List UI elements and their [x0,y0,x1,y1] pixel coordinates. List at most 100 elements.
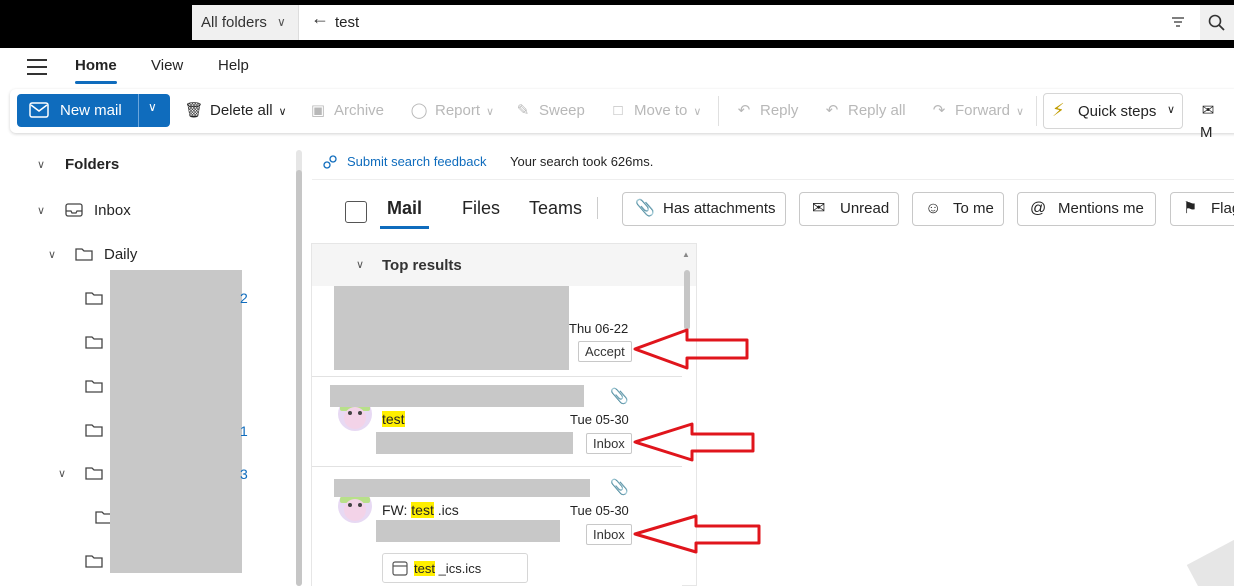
new-mail-label: New mail [60,102,122,119]
folder-icon [85,292,103,305]
folder-icon [85,424,103,437]
at-sign-icon: @ [1030,200,1047,217]
redacted-sender [334,479,590,497]
filter-icon[interactable] [1170,14,1186,30]
nav-scrollbar[interactable] [296,150,302,586]
folder-inbox[interactable]: Inbox [94,202,131,219]
reading-pane [698,228,1234,586]
forward-label: Forward [955,102,1011,119]
submit-feedback-link[interactable]: Submit search feedback [347,154,486,169]
tab-help[interactable]: Help [218,57,249,74]
search-icon [1208,14,1225,31]
delete-all-label: Delete all [210,102,273,119]
more-button-partial[interactable]: ✉M [1200,100,1234,141]
red-arrow-annotation [633,514,761,554]
new-mail-button[interactable]: New mail ∨ [17,94,170,127]
highlight-term: test [382,411,405,427]
tab-teams[interactable]: Teams [529,198,582,219]
paperclip-icon: 📎 [610,388,629,405]
chevron-down-icon[interactable]: ∨ [58,467,66,480]
chevron-down-icon: ∨ [486,106,495,118]
toolbar-divider [718,96,719,126]
chevron-down-icon: ∨ [1167,104,1176,116]
highlight-term: test [411,502,434,518]
chevron-down-icon[interactable]: ∨ [37,204,45,217]
reply-button[interactable]: ↶ Reply [734,100,799,122]
folder-daily[interactable]: Daily [104,246,137,263]
folder-icon [85,467,103,480]
filter-has-attachments[interactable]: 📎 Has attachments [622,192,786,226]
select-all-checkbox[interactable] [345,201,367,223]
quick-steps-label: Quick steps [1078,103,1157,120]
attachment-chip[interactable]: test _ics.ics [382,553,528,583]
quick-steps-button[interactable]: ⚡ Quick steps ∨ [1043,93,1183,129]
archive-label: Archive [334,102,385,119]
search-scope-label: All folders [201,14,267,31]
top-bar: All folders ∨ ← test [0,0,1234,48]
folder-icon [85,380,103,393]
top-results-header[interactable]: ∨ Top results [312,244,696,286]
message-subject: test [382,411,405,427]
unread-count: 3 [240,466,248,482]
reply-all-button[interactable]: ↶ Reply all [822,100,906,122]
redacted-preview [376,520,560,542]
filter-unread[interactable]: ✉ Unread [799,192,899,226]
search-button[interactable] [1200,5,1234,40]
list-scrollbar-thumb[interactable] [684,270,690,330]
toolbar-divider [1036,96,1037,126]
hamburger-menu-icon[interactable] [27,59,47,75]
chevron-down-icon[interactable]: ∨ [48,248,56,261]
chevron-down-icon[interactable]: ∨ [37,158,45,171]
tab-home[interactable]: Home [75,57,117,84]
redacted-folder-names [110,270,242,573]
trash-icon: 🗑 [184,102,204,119]
reply-all-icon: ↶ [825,102,839,119]
attachment-suffix: _ics.ics [434,561,482,576]
search-timing: Your search took 626ms. [510,154,654,169]
filter-to-me[interactable]: ☺ To me [912,192,1004,226]
more-label: M [1200,124,1213,141]
split-divider [138,94,139,127]
search-input[interactable]: test [335,5,359,40]
chevron-down-icon[interactable]: ∨ [148,100,157,114]
report-button[interactable]: ◯ Report ∨ [409,100,495,122]
reply-label: Reply [760,102,799,119]
message-tag: Inbox [586,524,632,545]
search-feedback-bar: Submit search feedback Your search took … [312,144,1234,180]
redacted-content [334,286,569,370]
filter-label: Flag [1211,200,1234,217]
folder-icon [85,555,103,568]
delete-all-button[interactable]: 🗑 Delete all ∨ [184,100,286,122]
move-to-button[interactable]: □ Move to ∨ [608,100,701,122]
calendar-icon [392,561,408,576]
feedback-icon [323,155,337,169]
tab-files[interactable]: Files [462,198,500,219]
envelope-open-icon: ✉ [1201,102,1215,119]
shield-icon: ◯ [410,102,428,119]
scrollbar-thumb[interactable] [296,170,302,586]
archive-button[interactable]: ▣ Archive [308,100,384,122]
attachment-name: test _ics.ics [414,561,481,576]
sweep-button[interactable]: ✎ Sweep [513,100,585,122]
redacted-preview [376,432,573,454]
folders-header[interactable]: Folders [65,156,119,173]
search-box[interactable]: All folders ∨ ← test [192,5,1234,40]
broom-icon: ✎ [516,102,530,119]
tab-view[interactable]: View [151,57,183,74]
filter-flagged[interactable]: ⚑ Flag [1170,192,1234,226]
chevron-down-icon: ∨ [277,15,286,29]
back-arrow-icon[interactable]: ← [311,8,329,29]
list-item[interactable]: Thu 06-22 Accept [312,286,682,376]
filter-label: To me [953,200,994,217]
report-label: Report [435,102,481,119]
tab-mail[interactable]: Mail [379,198,430,229]
forward-button[interactable]: ↷ Forward ∨ [929,100,1024,122]
reply-all-label: Reply all [848,102,906,119]
list-item[interactable]: 📎 test Tue 05-30 Inbox [312,376,682,466]
message-tag: Accept [578,341,632,362]
search-scope-dropdown[interactable]: All folders ∨ [192,5,299,40]
list-item[interactable]: 📎 FW: test .ics Tue 05-30 Inbox test _ic… [312,466,682,586]
scroll-up-arrow-icon[interactable]: ▲ [682,250,690,259]
filter-mentions-me[interactable]: @ Mentions me [1017,192,1156,226]
chevron-down-icon: ∨ [693,106,702,118]
